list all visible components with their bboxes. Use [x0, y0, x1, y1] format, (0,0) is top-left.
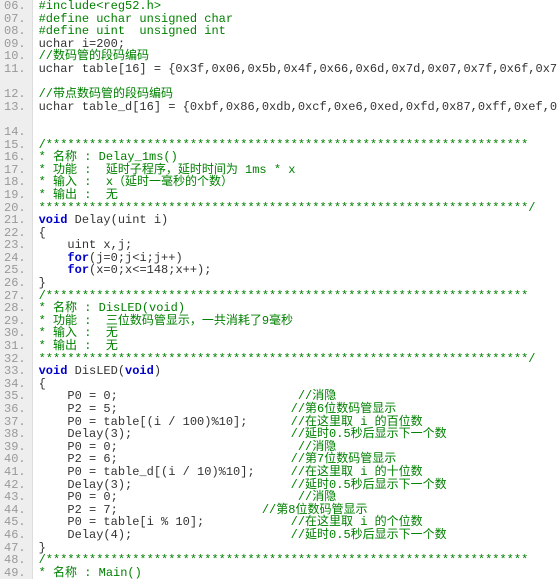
line-number: 49. — [4, 567, 26, 580]
code-line: for(x=0;x<=148;x++); — [39, 264, 558, 277]
line-number: 13. — [4, 101, 26, 114]
line-number: 19. — [4, 189, 26, 202]
line-number: 16. — [4, 151, 26, 164]
code-line: void Delay(uint i) — [39, 214, 558, 227]
line-number: 21. — [4, 214, 26, 227]
code-text: (x=0;x<=148;x++); — [89, 263, 211, 277]
code-line: * 名称 : Main() — [39, 567, 558, 580]
line-number: 43. — [4, 491, 26, 504]
code-editor: 06.07.08.09.10.11.12.13.14.15.16.17.18.1… — [0, 0, 558, 579]
code-text: ) — [154, 364, 161, 378]
code-line — [39, 113, 558, 126]
keyword-text: void — [125, 364, 154, 378]
code-text: Delay(uint i) — [67, 213, 168, 227]
line-number: 12. — [4, 88, 26, 101]
line-number: 06. — [4, 0, 26, 13]
line-number-gutter: 06.07.08.09.10.11.12.13.14.15.16.17.18.1… — [0, 0, 33, 579]
code-text: uchar table[16] = {0x3f,0x06,0x5b,0x4f,0… — [39, 62, 558, 76]
code-line: uchar table[16] = {0x3f,0x06,0x5b,0x4f,0… — [39, 63, 558, 76]
code-text: DisLED( — [67, 364, 125, 378]
line-number: 08. — [4, 25, 26, 38]
line-number: 36. — [4, 403, 26, 416]
line-number: 41. — [4, 466, 26, 479]
line-number: 46. — [4, 529, 26, 542]
code-line: Delay(4); //延时0.5秒后显示下一个数 — [39, 529, 558, 542]
line-number: 23. — [4, 239, 26, 252]
line-number: 31. — [4, 340, 26, 353]
line-number: 26. — [4, 277, 26, 290]
code-line: void DisLED(void) — [39, 365, 558, 378]
line-number: 14. — [4, 126, 26, 139]
line-number: 11. — [4, 63, 26, 76]
line-number: 38. — [4, 428, 26, 441]
code-text: uchar table_d[16] = {0xbf,0x86,0xdb,0xcf… — [39, 100, 558, 114]
line-number: 48. — [4, 554, 26, 567]
code-line: uchar table_d[16] = {0xbf,0x86,0xdb,0xcf… — [39, 101, 558, 114]
line-number: 28. — [4, 302, 26, 315]
line-number: 33. — [4, 365, 26, 378]
keyword-text: for — [67, 263, 89, 277]
comment-text: //延时0.5秒后显示下一个数 — [291, 528, 447, 542]
comment-text: * 名称 : Main() — [39, 566, 142, 580]
code-text: Delay(4); — [39, 528, 291, 542]
code-area: #include<reg52.h>#define uchar unsigned … — [33, 0, 558, 579]
